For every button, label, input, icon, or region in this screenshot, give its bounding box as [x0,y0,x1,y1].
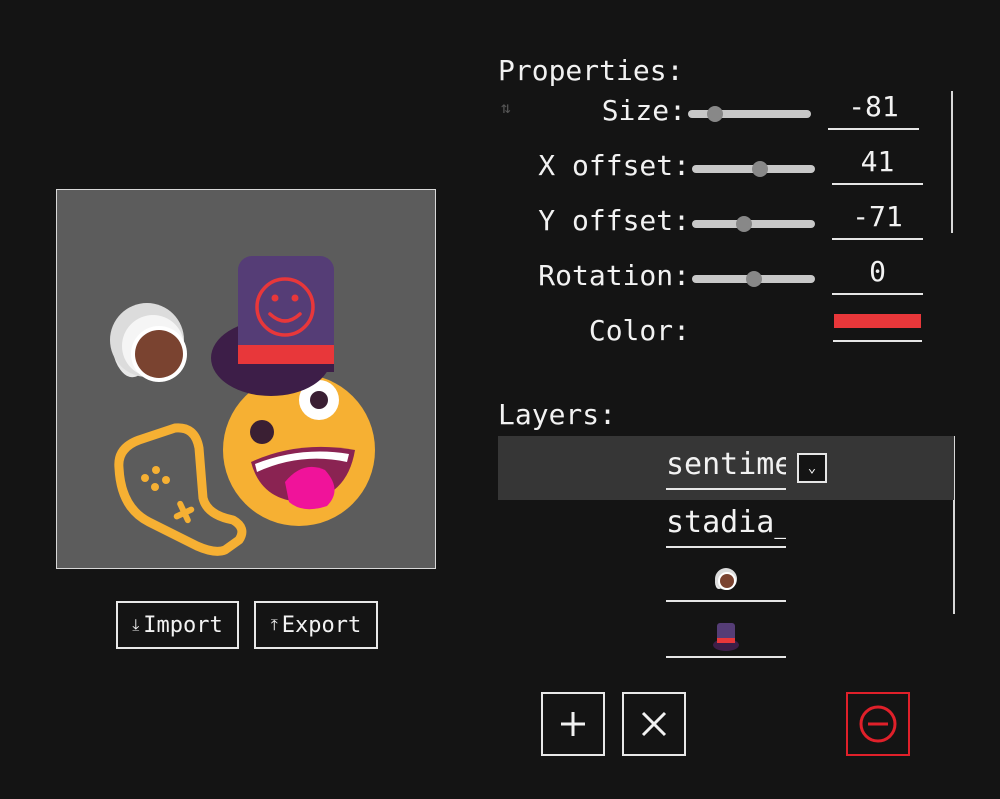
remove-button[interactable] [846,692,910,756]
y-offset-value-field[interactable]: -71 [832,200,923,240]
y-offset-slider-thumb[interactable] [735,216,752,232]
add-layer-button[interactable] [541,692,605,756]
export-button[interactable]: ⤒ Export [254,601,378,649]
download-icon: ⤓ [132,615,140,634]
coffee-cup-icon [110,303,187,382]
layer-row[interactable] [498,556,954,606]
controller-buttons [141,466,195,524]
layer-thumbnail[interactable] [666,612,786,658]
layer-row[interactable]: stadia_ [498,500,954,564]
layer-name[interactable]: sentime [666,444,786,490]
properties-heading: Properties: [498,54,684,87]
import-button[interactable]: ⤓ Import [116,601,239,649]
color-label: Color: [588,314,690,347]
top-hat-icon [211,256,334,396]
color-field[interactable] [833,312,922,342]
rotation-label: Rotation: [538,259,690,292]
color-swatch[interactable] [834,314,921,328]
properties-scrollbar[interactable] [951,91,953,233]
coffee-cup-icon [715,568,737,590]
y-offset-label: Y offset: [538,204,690,237]
x-offset-slider-thumb[interactable] [751,161,768,177]
canvas[interactable] [56,189,436,569]
zany-face-icon [223,374,375,526]
size-value-field[interactable]: -81 [828,90,919,130]
import-label: Import [143,612,223,638]
plus-icon [561,712,585,736]
chevron-down-icon[interactable]: ⌄ [797,453,827,483]
layers-heading: Layers: [498,398,617,431]
upload-icon: ⤒ [270,615,278,634]
size-label: Size: [601,94,686,127]
rotation-value-field[interactable]: 0 [832,255,923,295]
size-slider[interactable] [688,106,811,122]
x-offset-label: X offset: [538,149,690,182]
layer-thumbnail[interactable] [666,556,786,602]
y-offset-slider[interactable] [692,216,815,232]
x-offset-value-field[interactable]: 41 [832,145,923,185]
layer-row[interactable]: sentime ⌄ [498,436,954,500]
size-slider-thumb[interactable] [707,106,724,122]
export-label: Export [281,612,362,638]
x-icon [641,711,667,737]
top-hat-icon [713,623,739,651]
layer-row[interactable] [498,612,954,662]
delete-layer-button[interactable] [622,692,686,756]
x-offset-slider[interactable] [692,161,815,177]
rotation-slider[interactable] [692,271,815,287]
rotation-slider-thumb[interactable] [745,271,762,287]
layer-name[interactable]: stadia_ [666,502,786,548]
minus-circle-icon [859,705,897,743]
